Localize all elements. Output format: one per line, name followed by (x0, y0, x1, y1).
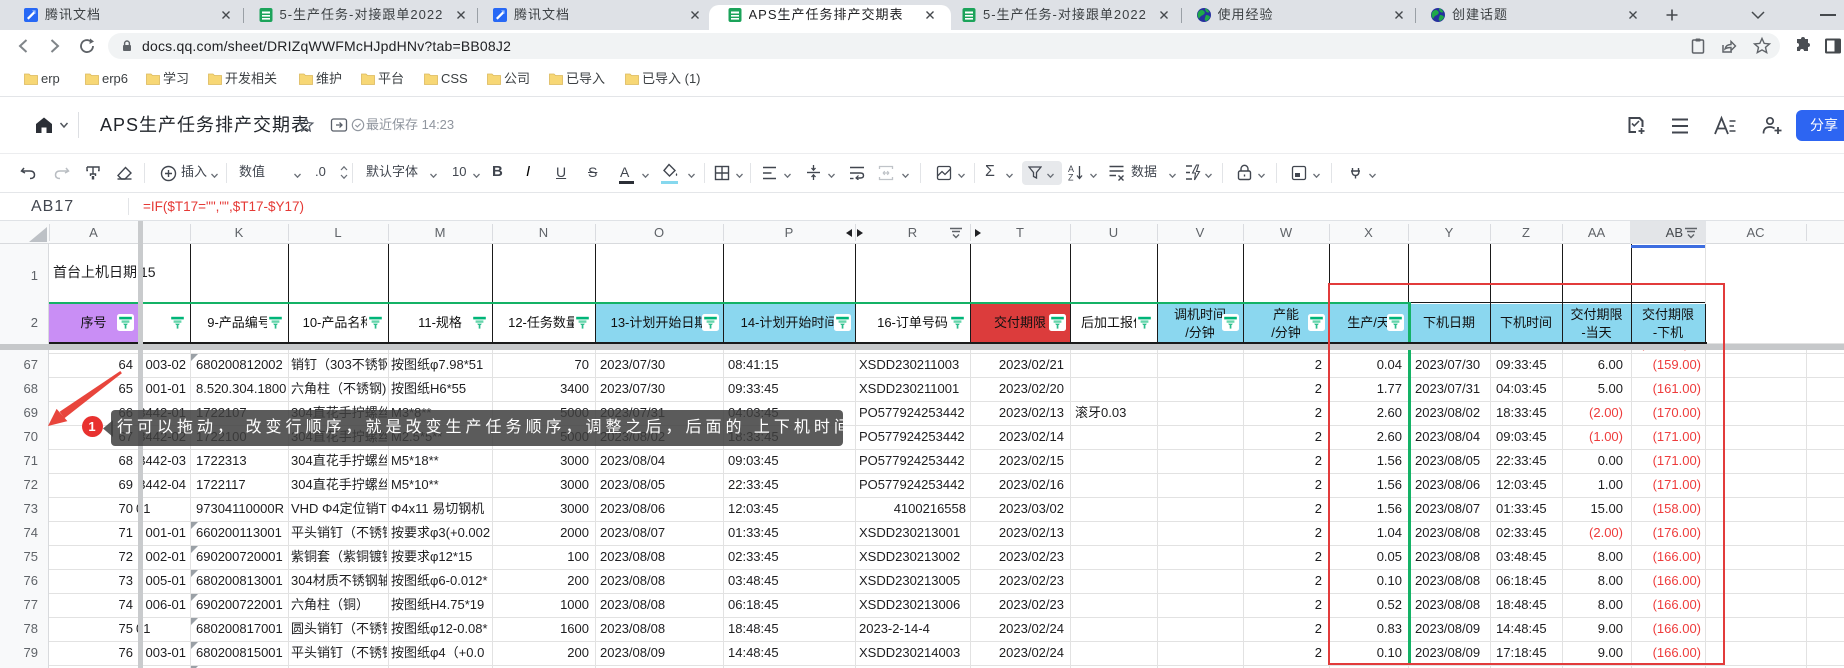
svg-text:Z: Z (1068, 173, 1074, 182)
